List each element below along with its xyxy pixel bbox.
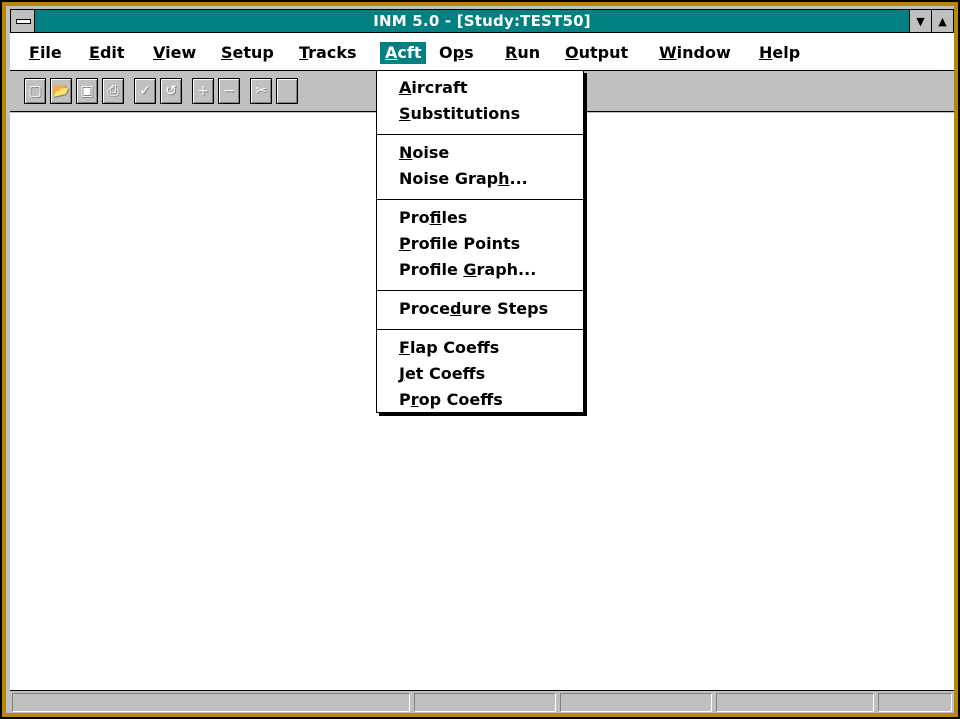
copy-button[interactable] <box>276 78 298 104</box>
menu-acft[interactable]: Acft <box>380 42 427 64</box>
menu-item-noise[interactable]: Noise <box>399 142 449 164</box>
menu-file[interactable]: File <box>24 42 67 64</box>
minimize-button[interactable]: ▼ <box>909 10 931 32</box>
scissors-icon: ✂ <box>255 83 267 99</box>
add-button[interactable]: + <box>192 78 214 104</box>
menu-ops[interactable]: Ops <box>434 42 479 64</box>
status-pane-3 <box>560 693 712 712</box>
menu-output[interactable]: Output <box>560 42 633 64</box>
minus-icon: − <box>223 83 235 99</box>
cut-button[interactable]: ✂ <box>250 78 272 104</box>
menu-item-profiles[interactable]: Profiles <box>399 207 467 229</box>
maximize-icon: ▲ <box>938 14 947 28</box>
menu-setup[interactable]: Setup <box>216 42 279 64</box>
menu-item-procedure-steps[interactable]: Procedure Steps <box>399 298 548 320</box>
floppy-disk-icon: ▣ <box>80 83 94 99</box>
menu-bar: File Edit View Setup Tracks Acft Ops Run Output W… <box>10 33 954 71</box>
menu-tracks[interactable]: Tracks <box>294 42 362 64</box>
menu-separator <box>377 329 583 330</box>
menu-separator <box>377 199 583 200</box>
menu-item-prop-coeffs[interactable]: Prop Coeffs <box>399 389 503 411</box>
menu-item-flap-coeffs[interactable]: Flap Coeffs <box>399 337 499 359</box>
acft-dropdown-menu: Aircraft Substitutions Noise Noise Graph...… <box>376 70 584 413</box>
menu-edit[interactable]: Edit <box>84 42 130 64</box>
save-button[interactable]: ▣ <box>76 78 98 104</box>
plus-icon: + <box>197 83 209 99</box>
remove-button[interactable]: − <box>218 78 240 104</box>
menu-item-profile-points[interactable]: Profile Points <box>399 233 520 255</box>
open-button[interactable]: 📂 <box>50 78 72 104</box>
new-file-button[interactable]: ▢ <box>24 78 46 104</box>
title-bar[interactable]: INM 5.0 - [Study:TEST50] ▼ ▲ <box>10 9 954 33</box>
menu-window[interactable]: Window <box>654 42 736 64</box>
print-button[interactable]: ⎙ <box>102 78 124 104</box>
menu-item-substitutions[interactable]: Substitutions <box>399 103 520 125</box>
status-pane-5 <box>878 693 952 712</box>
menu-separator <box>377 134 583 135</box>
application-window: INM 5.0 - [Study:TEST50] ▼ ▲ File Edit Vie… <box>0 0 960 719</box>
undo-button[interactable]: ↺ <box>160 78 182 104</box>
undo-icon: ↺ <box>165 83 177 99</box>
status-pane-4 <box>716 693 874 712</box>
menu-item-noise-graph[interactable]: Noise Graph... <box>399 168 528 190</box>
menu-run[interactable]: Run <box>500 42 545 64</box>
status-pane-main <box>12 693 410 712</box>
minimize-icon: ▼ <box>916 14 925 28</box>
menu-view[interactable]: View <box>148 42 201 64</box>
maximize-button[interactable]: ▲ <box>931 10 953 32</box>
menu-item-jet-coeffs[interactable]: Jet Coeffs <box>399 363 485 385</box>
menu-item-profile-graph[interactable]: Profile Graph... <box>399 259 536 281</box>
status-bar <box>10 690 954 713</box>
window-title: INM 5.0 - [Study:TEST50] <box>373 12 591 30</box>
status-pane-2 <box>414 693 556 712</box>
menu-item-aircraft[interactable]: Aircraft <box>399 77 468 99</box>
menu-separator <box>377 290 583 291</box>
check-button[interactable]: ✓ <box>134 78 156 104</box>
checkmark-icon: ✓ <box>139 83 151 99</box>
open-folder-icon: 📂 <box>52 83 70 99</box>
new-file-icon: ▢ <box>28 83 42 99</box>
printer-icon: ⎙ <box>107 83 119 99</box>
menu-help[interactable]: Help <box>754 42 805 64</box>
